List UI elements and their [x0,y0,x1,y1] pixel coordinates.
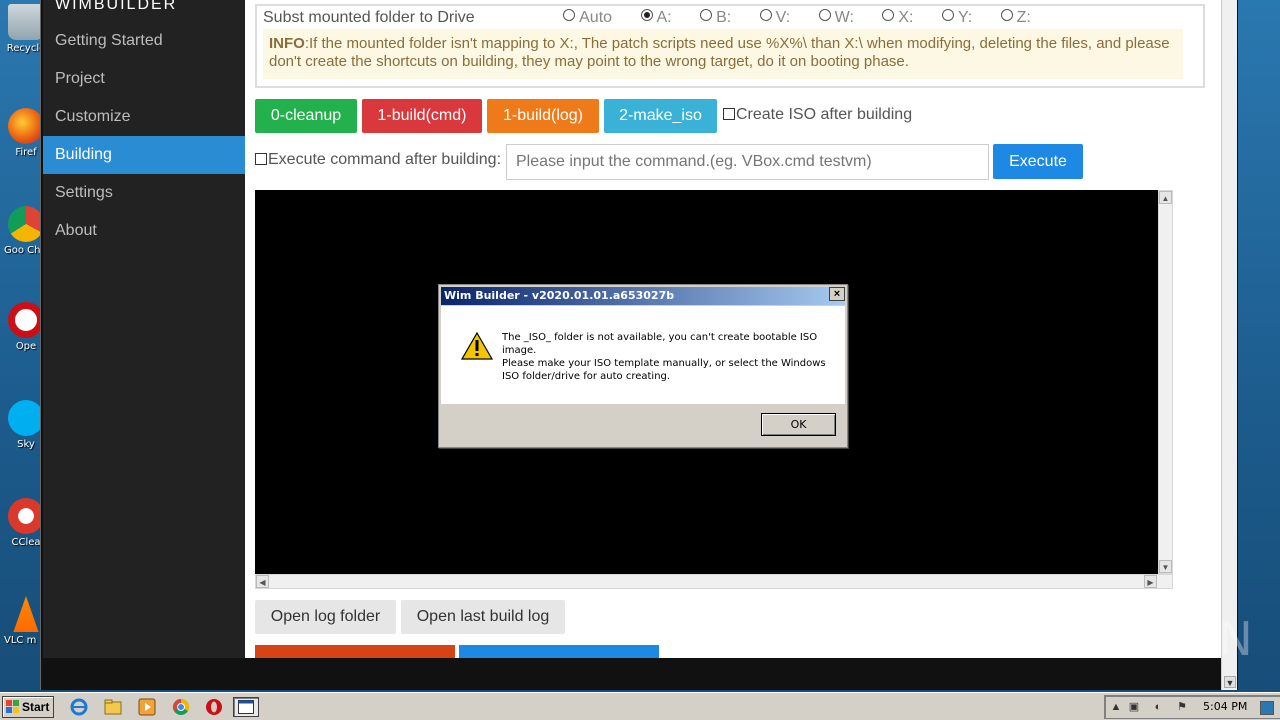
window-icon [238,700,254,714]
action-center-flag-icon[interactable]: ⚑ [1175,700,1189,714]
start-label: Start [22,700,50,714]
media-player-icon[interactable] [138,698,156,716]
execute-button[interactable]: Execute [993,144,1083,179]
nav-building[interactable]: Building [43,136,245,174]
info-text: :If the mounted folder isn't mapping to … [269,35,1170,70]
window-scroll-down-icon[interactable]: ▼ [1224,676,1236,688]
console-vertical-scrollbar[interactable]: ▲ ▼ [1158,190,1173,574]
nav-about[interactable]: About [43,212,245,250]
tray-expand-icon[interactable]: ▲ [1109,700,1123,714]
subst-option-y[interactable]: Y: [941,9,972,27]
start-button[interactable]: Start [2,696,54,718]
scroll-left-icon[interactable]: ◀ [256,575,269,588]
dialog-message: The _ISO_ folder is not available, you c… [502,331,832,383]
open-last-build-log-button[interactable]: Open last build log [401,600,565,634]
radio-x[interactable] [882,9,895,21]
dialog-message-line1: The _ISO_ folder is not available, you c… [502,332,818,356]
cleanup-button[interactable]: 0-cleanup [255,99,357,133]
exec-after-option[interactable]: Execute command after building: [255,151,501,169]
info-prefix: INFO [269,35,305,52]
build-log-button[interactable]: 1-build(log) [487,99,599,133]
radio-a[interactable] [640,9,653,21]
console-horizontal-scrollbar[interactable]: ◀ ▶ [255,574,1173,589]
dialog-body: The _ISO_ folder is not available, you c… [441,306,845,404]
window-scrollbar[interactable]: ▼ [1221,0,1237,690]
subst-option-a[interactable]: A: [640,9,672,27]
warning-icon [461,332,493,360]
system-tray: ▲ ▣ ◐ ⚑ 5:04 PM [1104,695,1280,719]
radio-auto[interactable] [563,9,576,21]
nav-project[interactable]: Project [43,60,245,98]
scroll-right-icon[interactable]: ▶ [1144,575,1157,588]
partial-red-button[interactable] [255,645,455,658]
nav-settings[interactable]: Settings [43,174,245,212]
radio-v[interactable] [759,9,772,21]
exec-after-checkbox[interactable] [255,153,267,165]
error-dialog: Wim Builder - v2020.01.01.a653027b × The… [438,284,848,448]
brand-title: WIMBUILDER [55,0,178,13]
subst-option-z[interactable]: Z: [1000,9,1031,27]
clock: 5:04 PM [1203,700,1248,713]
sidebar: WIMBUILDER Getting Started Project Custo… [43,0,245,658]
radio-b[interactable] [700,9,713,21]
taskbar: Start ▲ ▣ ◐ ⚑ 5:04 PM [0,692,1280,720]
info-box: INFO:If the mounted folder isn't mapping… [263,29,1183,79]
chrome-taskbar-icon[interactable] [172,698,190,716]
subst-option-x[interactable]: X: [882,9,913,27]
volume-icon[interactable]: ◐ [1151,700,1165,714]
windows-flag-icon [6,700,19,713]
command-input[interactable] [506,144,989,180]
subst-option-v[interactable]: V: [759,9,790,27]
nav-customize[interactable]: Customize [43,98,245,136]
radio-w[interactable] [818,9,831,21]
radio-y[interactable] [941,9,954,21]
scroll-up-icon[interactable]: ▲ [1159,191,1172,204]
nav-getting-started[interactable]: Getting Started [43,22,245,60]
watermark: ANY RUN [1038,612,1254,666]
partial-blue-button[interactable] [459,645,659,658]
subst-option-auto[interactable]: Auto [563,9,612,27]
make-iso-button[interactable]: 2-make_iso [604,99,717,133]
subst-label: Subst mounted folder to Drive [263,9,475,26]
subst-option-b[interactable]: B: [700,9,731,27]
subst-option-w[interactable]: W: [818,9,854,27]
open-log-folder-button[interactable]: Open log folder [255,600,396,634]
subst-panel: Subst mounted folder to Drive Auto A: B:… [255,4,1205,88]
dialog-message-line2: Please make your ISO template manually, … [502,358,826,382]
explorer-folder-icon[interactable] [104,698,122,716]
show-desktop-icon[interactable] [1260,701,1274,715]
subst-row: Subst mounted folder to Drive Auto A: B:… [263,9,1031,27]
create-iso-checkbox[interactable] [723,108,735,120]
build-cmd-button[interactable]: 1-build(cmd) [362,99,482,133]
opera-taskbar-icon[interactable] [205,698,223,716]
network-icon[interactable]: ▣ [1127,700,1141,714]
wimbuilder-task-button[interactable] [233,697,259,717]
ok-button[interactable]: OK [761,413,836,436]
internet-explorer-icon[interactable] [70,698,88,716]
close-icon[interactable]: × [829,287,845,301]
scroll-down-icon[interactable]: ▼ [1159,560,1172,573]
radio-z[interactable] [1000,9,1013,21]
dialog-title: Wim Builder - v2020.01.01.a653027b [441,287,845,305]
create-iso-option[interactable]: Create ISO after building [723,106,912,124]
